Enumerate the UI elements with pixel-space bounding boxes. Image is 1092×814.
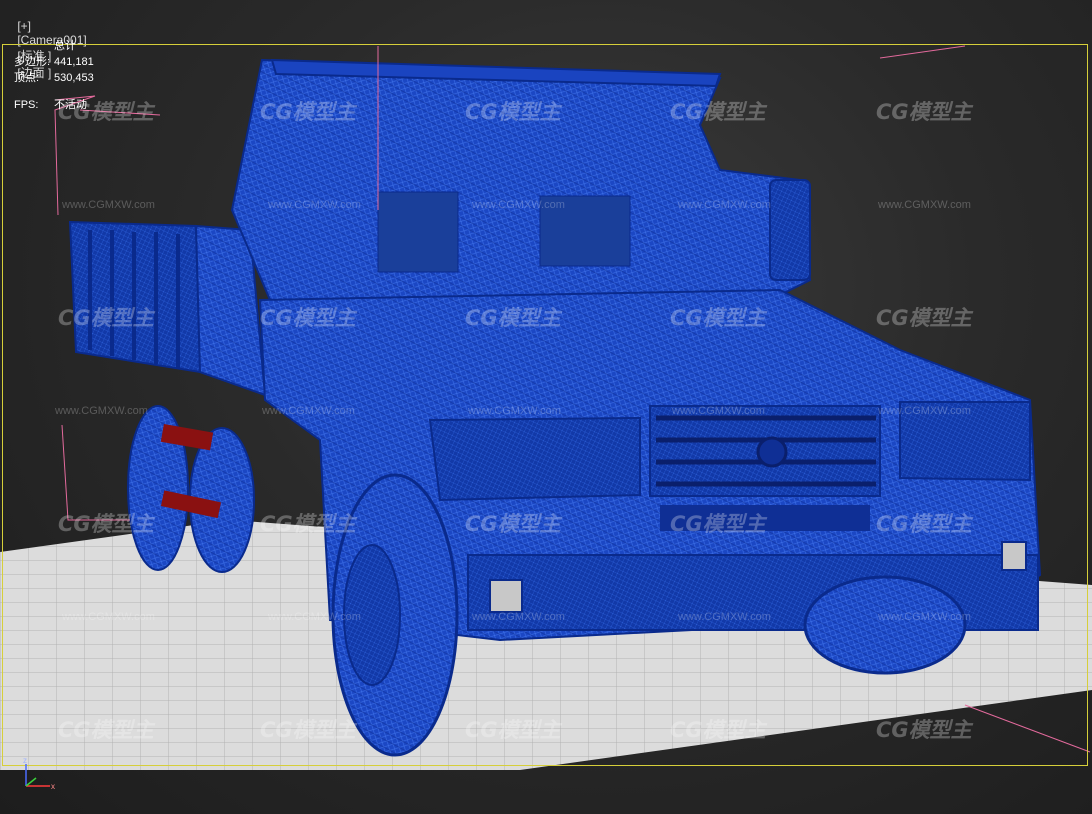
- vertices-label: 顶点:: [14, 72, 40, 84]
- stats-fps-row: FPS: 不活动: [14, 97, 94, 113]
- 3d-viewport[interactable]: CG模型主 CG模型主 CG模型主 CG模型主 CG模型主 www.CGMXW.…: [0, 0, 1092, 814]
- truck-cab: [230, 58, 812, 301]
- stats-vertices-row: 顶点: 530,453: [14, 70, 94, 86]
- axis-gizmo: z x: [23, 756, 55, 791]
- vertices-value: 530,453: [54, 72, 94, 84]
- polygons-label: 多边形:: [14, 56, 51, 68]
- fps-value: 不活动: [54, 99, 87, 111]
- viewport-menu-button[interactable]: [+]: [17, 19, 31, 33]
- stats-header: 总计: [54, 40, 76, 52]
- scene-render: [0, 45, 1092, 770]
- z-axis-label: z: [23, 756, 27, 765]
- y-axis-line: [25, 777, 37, 787]
- fps-label: FPS:: [14, 99, 39, 111]
- scene-statistics: 总计 多边形: 441,181 顶点: 530,453 FPS: 不活动: [14, 38, 94, 113]
- stats-polygons-row: 多边形: 441,181: [14, 54, 94, 70]
- polygons-value: 441,181: [54, 56, 94, 68]
- x-axis-label: x: [51, 782, 55, 791]
- truck-dump-bed: [68, 220, 267, 397]
